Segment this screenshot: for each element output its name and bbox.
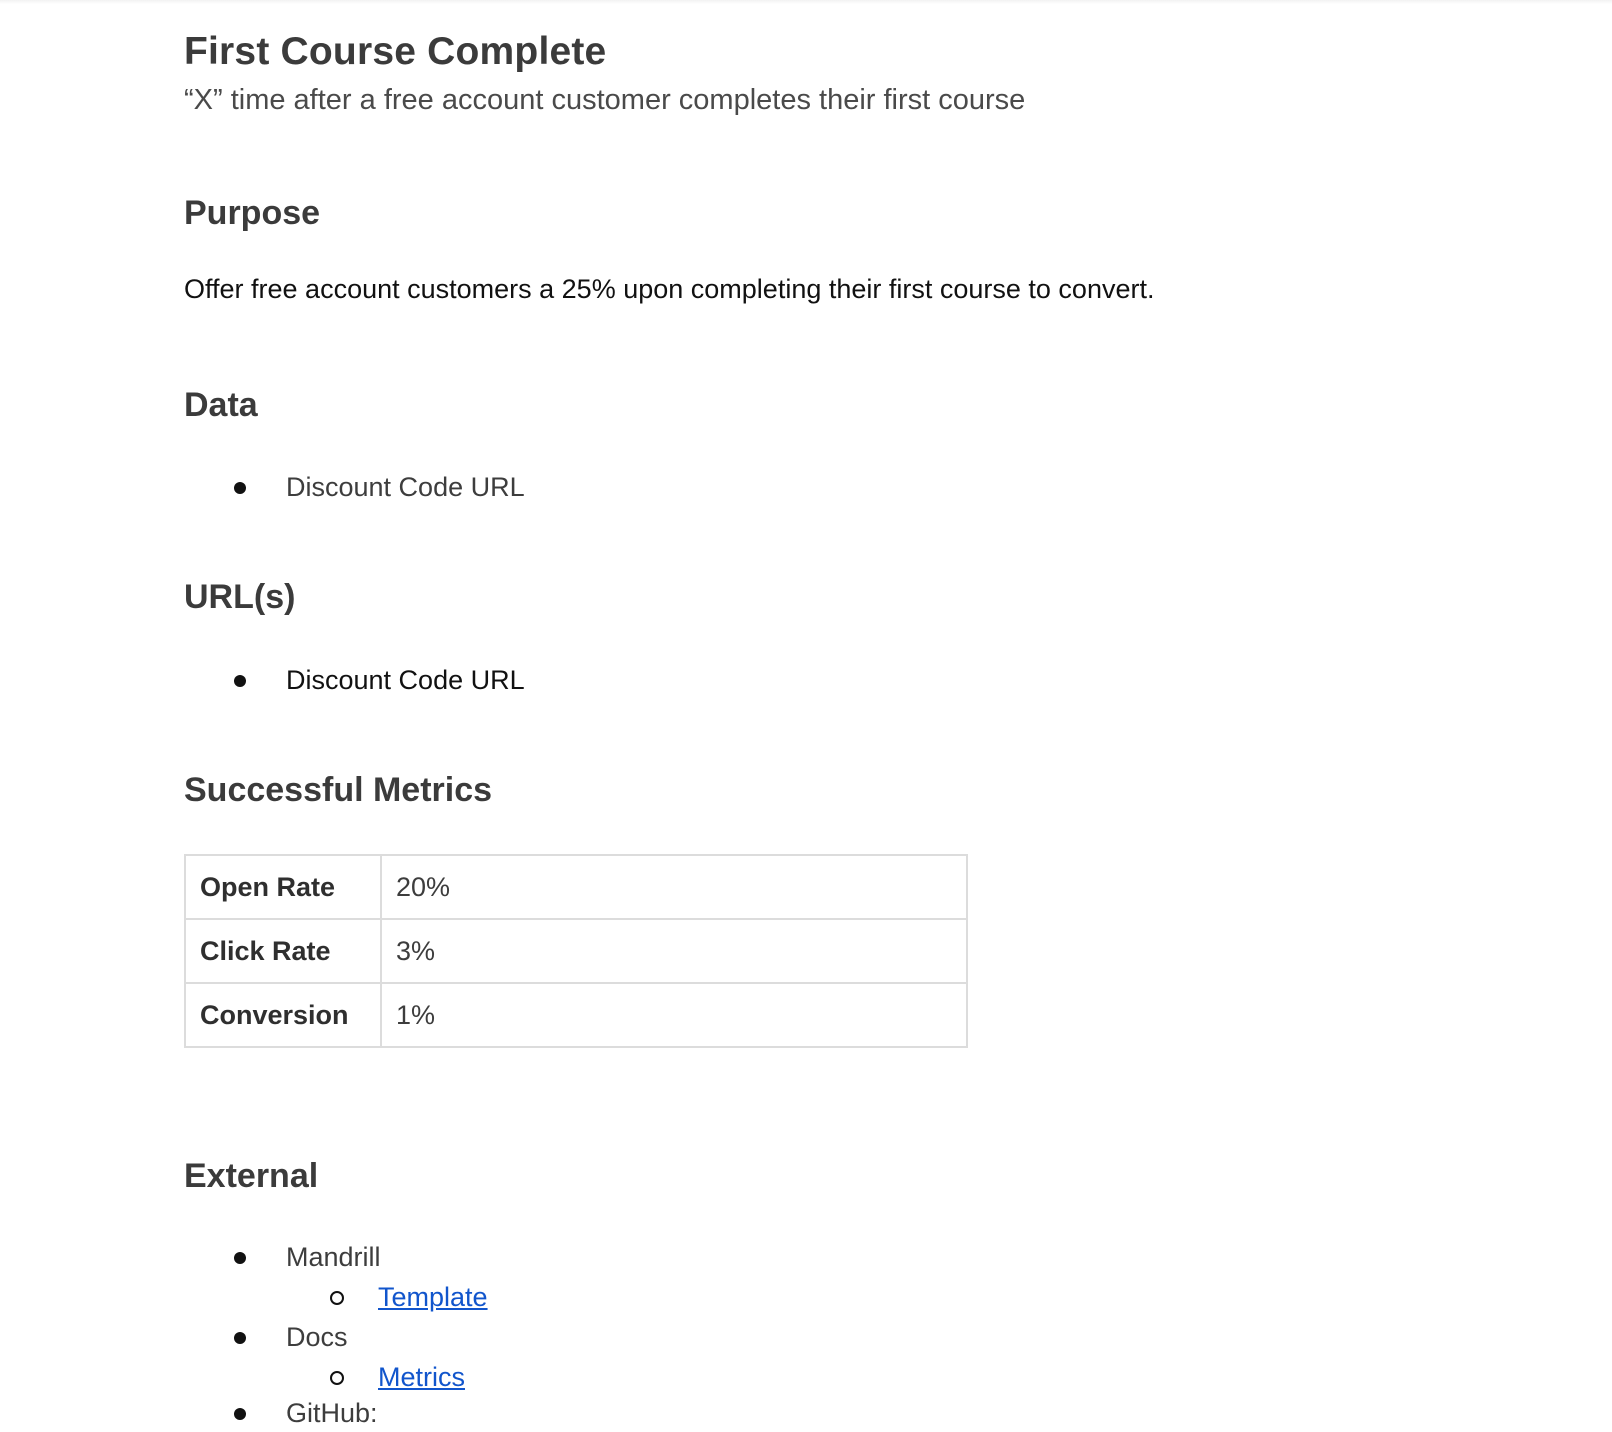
table-row: Click Rate 3% [184,918,968,984]
urls-list-item-label: Discount Code URL [286,665,525,695]
metric-value: 3% [380,918,968,984]
document-title: First Course Complete [184,30,607,73]
external-list-item: GitHub: [234,1398,378,1429]
bullet-icon [234,481,246,494]
table-row: Open Rate 20% [184,854,968,920]
metric-label: Click Rate [184,918,382,984]
metric-value: 1% [380,982,968,1048]
bullet-icon [234,1251,246,1264]
document-subtitle: “X” time after a free account customer c… [184,84,1026,116]
external-item-label: Mandrill [286,1242,381,1272]
external-heading: External [184,1157,319,1195]
purpose-heading: Purpose [184,194,321,232]
data-list-item-label: Discount Code URL [286,472,525,502]
metric-label: Open Rate [184,854,382,920]
top-divider [0,0,1612,4]
template-link[interactable]: Template [378,1282,488,1313]
metrics-table: Open Rate 20% Click Rate 3% Conversion 1… [184,854,968,1048]
data-list-item: Discount Code URL [234,472,525,503]
urls-list-item: Discount Code URL [234,665,525,696]
external-item-label: Docs [286,1322,348,1352]
hollow-bullet-icon [330,1370,344,1385]
metric-label: Conversion [184,982,382,1048]
external-list-item: Mandrill [234,1242,381,1273]
external-sub-item: Template [330,1282,488,1313]
purpose-text: Offer free account customers a 25% upon … [184,274,1155,304]
external-list-item: Docs [234,1322,348,1353]
bullet-icon [234,1407,246,1420]
hollow-bullet-icon [330,1290,344,1305]
metric-value: 20% [380,854,968,920]
external-sub-item: Metrics [330,1362,465,1393]
table-row: Conversion 1% [184,982,968,1048]
metrics-link[interactable]: Metrics [378,1362,465,1393]
external-item-label: GitHub: [286,1398,378,1428]
urls-heading: URL(s) [184,578,296,616]
bullet-icon [234,1331,246,1344]
metrics-heading: Successful Metrics [184,771,493,809]
data-heading: Data [184,386,258,424]
bullet-icon [234,674,246,687]
